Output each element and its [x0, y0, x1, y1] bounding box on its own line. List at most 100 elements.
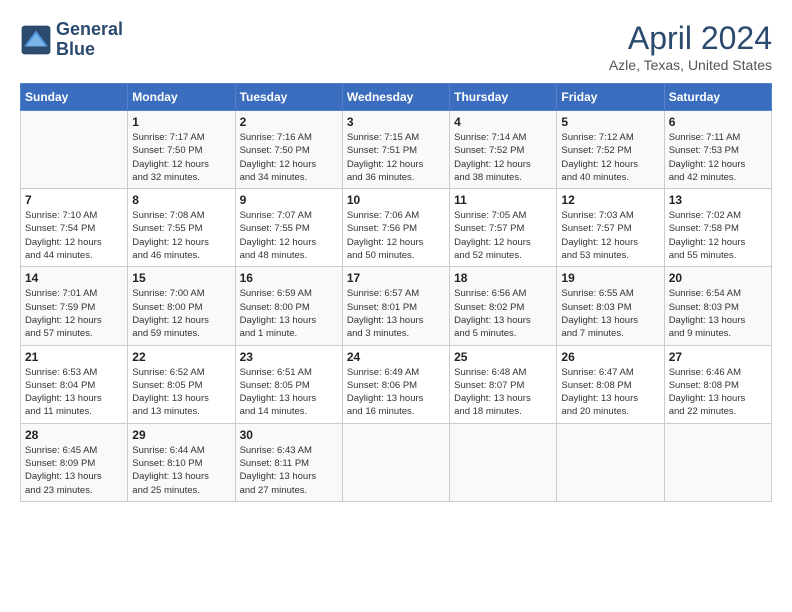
title-block: April 2024 Azle, Texas, United States: [609, 20, 772, 73]
day-number: 9: [240, 193, 338, 207]
calendar-day-cell: 30 Sunrise: 6:43 AM Sunset: 8:11 PM Dayli…: [235, 423, 342, 501]
day-number: 25: [454, 350, 552, 364]
calendar-day-header: Friday: [557, 84, 664, 111]
logo-line2: Blue: [56, 40, 123, 60]
day-number: 8: [132, 193, 230, 207]
day-number: 1: [132, 115, 230, 129]
day-info: Sunrise: 7:05 AM Sunset: 7:57 PM Dayligh…: [454, 209, 552, 262]
day-number: 2: [240, 115, 338, 129]
day-number: 21: [25, 350, 123, 364]
day-number: 19: [561, 271, 659, 285]
calendar-day-cell: 24Sunrise: 6:49 AM Sunset: 8:06 PM Dayli…: [342, 345, 449, 423]
calendar-day-cell: 7Sunrise: 7:10 AM Sunset: 7:54 PM Daylig…: [21, 189, 128, 267]
day-number: 13: [669, 193, 767, 207]
calendar-day-cell: 6 Sunrise: 7:11 AM Sunset: 7:53 PM Daylig…: [664, 111, 771, 189]
calendar-day-cell: 4Sunrise: 7:14 AM Sunset: 7:52 PM Daylig…: [450, 111, 557, 189]
calendar-day-cell: 2 Sunrise: 7:16 AM Sunset: 7:50 PM Daylig…: [235, 111, 342, 189]
day-info: Sunrise: 7:07 AM Sunset: 7:55 PM Dayligh…: [240, 209, 338, 262]
calendar-day-header: Monday: [128, 84, 235, 111]
calendar-day-header: Tuesday: [235, 84, 342, 111]
calendar-week-row: 21Sunrise: 6:53 AM Sunset: 8:04 PM Dayli…: [21, 345, 772, 423]
month-title: April 2024: [609, 20, 772, 57]
day-info: Sunrise: 7:03 AM Sunset: 7:57 PM Dayligh…: [561, 209, 659, 262]
day-info: Sunrise: 7:14 AM Sunset: 7:52 PM Dayligh…: [454, 131, 552, 184]
calendar-day-cell: 28 Sunrise: 6:45 AM Sunset: 8:09 PM Dayli…: [21, 423, 128, 501]
calendar-week-row: 28 Sunrise: 6:45 AM Sunset: 8:09 PM Dayli…: [21, 423, 772, 501]
day-info: Sunrise: 6:54 AM Sunset: 8:03 PM Dayligh…: [669, 287, 767, 340]
calendar-day-cell: [342, 423, 449, 501]
calendar-header-row: SundayMondayTuesdayWednesdayThursdayFrid…: [21, 84, 772, 111]
day-info: Sunrise: 6:56 AM Sunset: 8:02 PM Dayligh…: [454, 287, 552, 340]
location-subtitle: Azle, Texas, United States: [609, 57, 772, 73]
calendar-day-cell: 26 Sunrise: 6:47 AM Sunset: 8:08 PM Dayli…: [557, 345, 664, 423]
calendar-day-header: Sunday: [21, 84, 128, 111]
day-info: Sunrise: 7:06 AM Sunset: 7:56 PM Dayligh…: [347, 209, 445, 262]
day-info: Sunrise: 6:46 AM Sunset: 8:08 PM Dayligh…: [669, 366, 767, 419]
calendar-day-cell: [450, 423, 557, 501]
day-info: Sunrise: 6:45 AM Sunset: 8:09 PM Dayligh…: [25, 444, 123, 497]
day-number: 28: [25, 428, 123, 442]
day-number: 16: [240, 271, 338, 285]
calendar-day-cell: 12Sunrise: 7:03 AM Sunset: 7:57 PM Dayli…: [557, 189, 664, 267]
logo-icon: [20, 24, 52, 56]
calendar-day-cell: 19 Sunrise: 6:55 AM Sunset: 8:03 PM Dayli…: [557, 267, 664, 345]
day-number: 26: [561, 350, 659, 364]
calendar-day-cell: 27 Sunrise: 6:46 AM Sunset: 8:08 PM Dayli…: [664, 345, 771, 423]
calendar-day-header: Saturday: [664, 84, 771, 111]
day-info: Sunrise: 7:08 AM Sunset: 7:55 PM Dayligh…: [132, 209, 230, 262]
calendar-day-cell: 23Sunrise: 6:51 AM Sunset: 8:05 PM Dayli…: [235, 345, 342, 423]
calendar-day-cell: 21Sunrise: 6:53 AM Sunset: 8:04 PM Dayli…: [21, 345, 128, 423]
day-info: Sunrise: 6:47 AM Sunset: 8:08 PM Dayligh…: [561, 366, 659, 419]
day-info: Sunrise: 6:57 AM Sunset: 8:01 PM Dayligh…: [347, 287, 445, 340]
calendar-day-cell: 1 Sunrise: 7:17 AM Sunset: 7:50 PM Daylig…: [128, 111, 235, 189]
day-number: 6: [669, 115, 767, 129]
calendar-day-cell: 16 Sunrise: 6:59 AM Sunset: 8:00 PM Dayli…: [235, 267, 342, 345]
day-number: 15: [132, 271, 230, 285]
day-info: Sunrise: 6:49 AM Sunset: 8:06 PM Dayligh…: [347, 366, 445, 419]
calendar-day-cell: 20Sunrise: 6:54 AM Sunset: 8:03 PM Dayli…: [664, 267, 771, 345]
day-info: Sunrise: 6:55 AM Sunset: 8:03 PM Dayligh…: [561, 287, 659, 340]
day-info: Sunrise: 7:01 AM Sunset: 7:59 PM Dayligh…: [25, 287, 123, 340]
calendar-day-header: Thursday: [450, 84, 557, 111]
day-info: Sunrise: 6:43 AM Sunset: 8:11 PM Dayligh…: [240, 444, 338, 497]
day-info: Sunrise: 6:52 AM Sunset: 8:05 PM Dayligh…: [132, 366, 230, 419]
day-number: 10: [347, 193, 445, 207]
calendar-day-cell: 9 Sunrise: 7:07 AM Sunset: 7:55 PM Daylig…: [235, 189, 342, 267]
day-number: 11: [454, 193, 552, 207]
day-number: 3: [347, 115, 445, 129]
calendar-day-cell: [557, 423, 664, 501]
day-info: Sunrise: 6:48 AM Sunset: 8:07 PM Dayligh…: [454, 366, 552, 419]
day-number: 23: [240, 350, 338, 364]
day-info: Sunrise: 7:17 AM Sunset: 7:50 PM Dayligh…: [132, 131, 230, 184]
day-number: 18: [454, 271, 552, 285]
calendar-day-cell: 15 Sunrise: 7:00 AM Sunset: 8:00 PM Dayli…: [128, 267, 235, 345]
day-number: 30: [240, 428, 338, 442]
calendar-body: 1 Sunrise: 7:17 AM Sunset: 7:50 PM Daylig…: [21, 111, 772, 502]
calendar-day-header: Wednesday: [342, 84, 449, 111]
calendar-day-cell: [21, 111, 128, 189]
calendar-day-cell: 3Sunrise: 7:15 AM Sunset: 7:51 PM Daylig…: [342, 111, 449, 189]
calendar-day-cell: 14Sunrise: 7:01 AM Sunset: 7:59 PM Dayli…: [21, 267, 128, 345]
day-info: Sunrise: 7:02 AM Sunset: 7:58 PM Dayligh…: [669, 209, 767, 262]
calendar-day-cell: 5Sunrise: 7:12 AM Sunset: 7:52 PM Daylig…: [557, 111, 664, 189]
calendar-table: SundayMondayTuesdayWednesdayThursdayFrid…: [20, 83, 772, 502]
calendar-week-row: 1 Sunrise: 7:17 AM Sunset: 7:50 PM Daylig…: [21, 111, 772, 189]
day-info: Sunrise: 6:59 AM Sunset: 8:00 PM Dayligh…: [240, 287, 338, 340]
day-info: Sunrise: 7:10 AM Sunset: 7:54 PM Dayligh…: [25, 209, 123, 262]
day-info: Sunrise: 7:11 AM Sunset: 7:53 PM Dayligh…: [669, 131, 767, 184]
day-info: Sunrise: 6:44 AM Sunset: 8:10 PM Dayligh…: [132, 444, 230, 497]
calendar-day-cell: 22Sunrise: 6:52 AM Sunset: 8:05 PM Dayli…: [128, 345, 235, 423]
calendar-day-cell: 25 Sunrise: 6:48 AM Sunset: 8:07 PM Dayli…: [450, 345, 557, 423]
day-number: 5: [561, 115, 659, 129]
calendar-day-cell: 13 Sunrise: 7:02 AM Sunset: 7:58 PM Dayli…: [664, 189, 771, 267]
calendar-day-cell: 17 Sunrise: 6:57 AM Sunset: 8:01 PM Dayli…: [342, 267, 449, 345]
day-number: 17: [347, 271, 445, 285]
day-number: 27: [669, 350, 767, 364]
calendar-day-cell: 29 Sunrise: 6:44 AM Sunset: 8:10 PM Dayli…: [128, 423, 235, 501]
calendar-day-cell: 11 Sunrise: 7:05 AM Sunset: 7:57 PM Dayli…: [450, 189, 557, 267]
day-info: Sunrise: 7:16 AM Sunset: 7:50 PM Dayligh…: [240, 131, 338, 184]
calendar-day-cell: 18 Sunrise: 6:56 AM Sunset: 8:02 PM Dayli…: [450, 267, 557, 345]
day-info: Sunrise: 7:00 AM Sunset: 8:00 PM Dayligh…: [132, 287, 230, 340]
day-number: 29: [132, 428, 230, 442]
calendar-day-cell: [664, 423, 771, 501]
